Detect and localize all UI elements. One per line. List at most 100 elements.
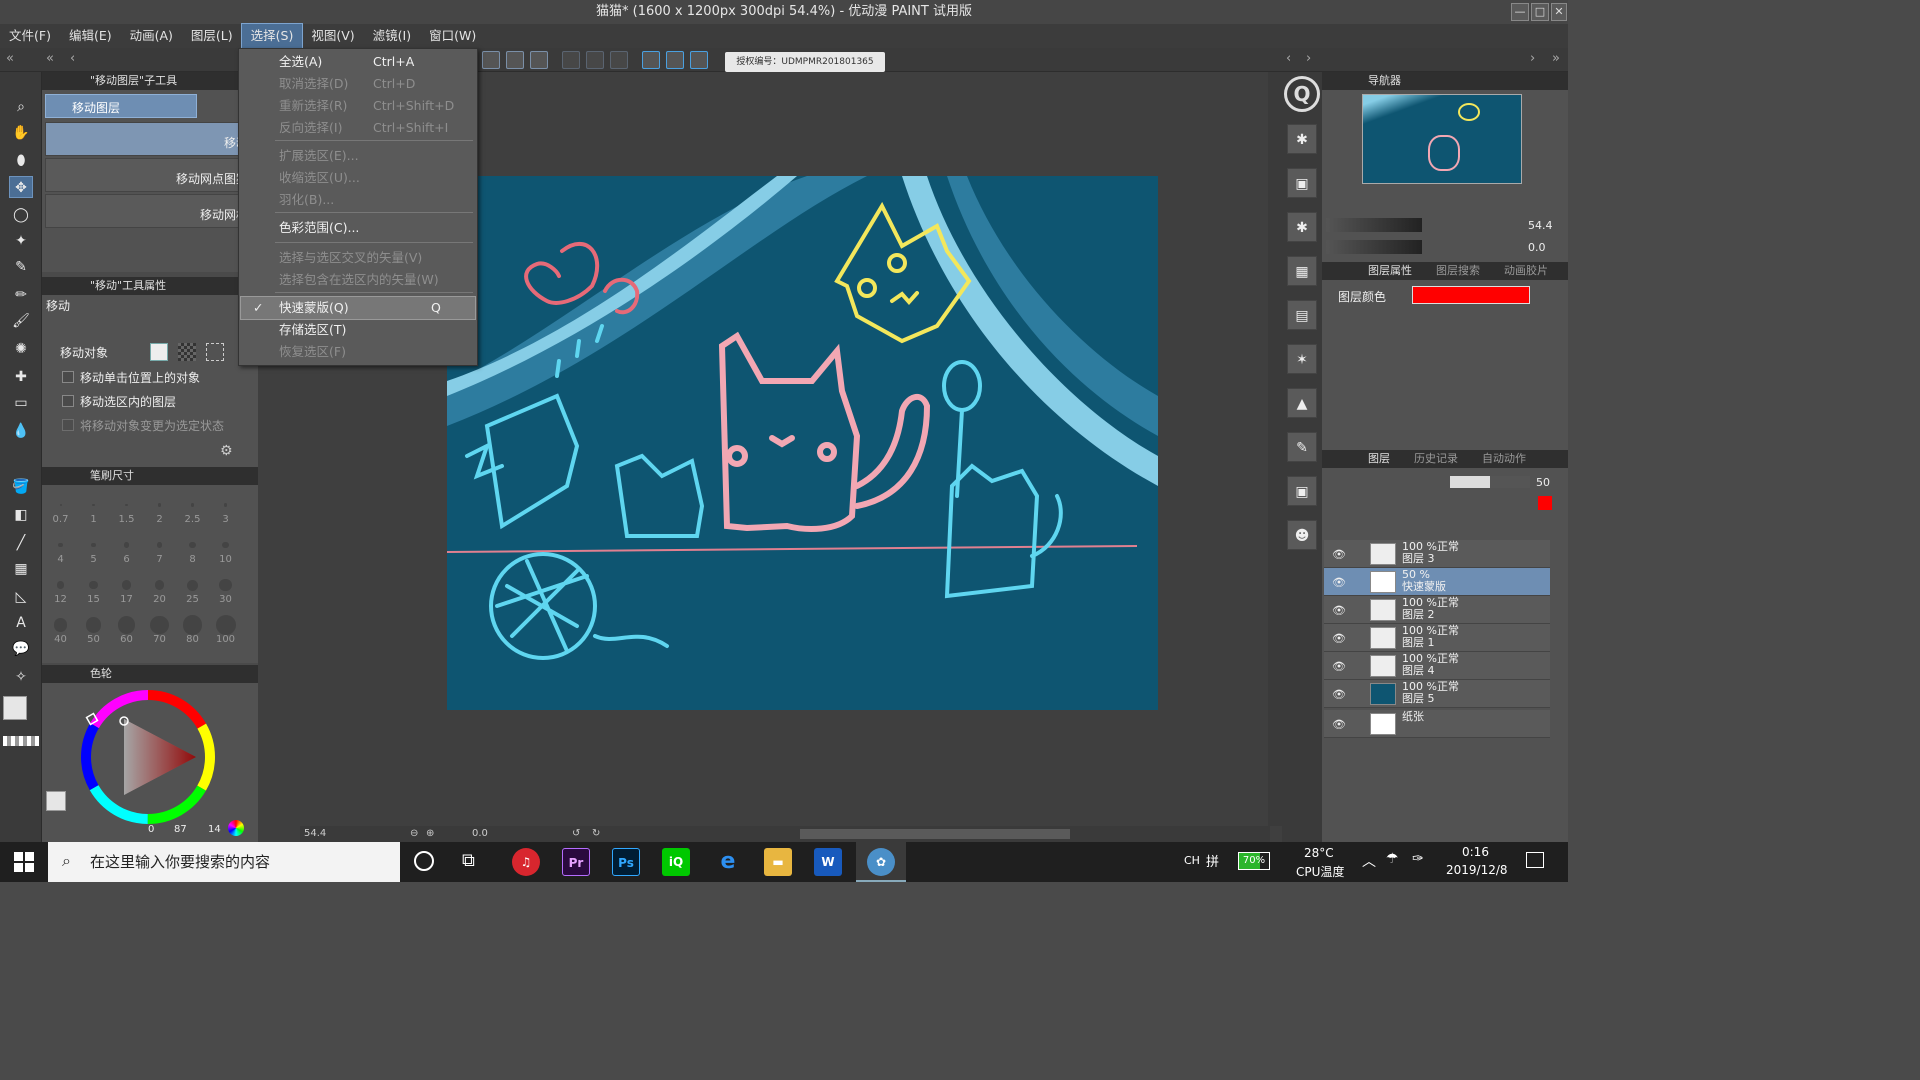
pen-tool-icon[interactable]: ✎ [9,256,33,278]
select-menu-item[interactable]: ✓ 快速蒙版(Q) Q [240,296,476,320]
clock-date[interactable]: 2019/12/8 [1446,863,1508,877]
menu-layer[interactable]: 图层(L) [182,24,242,48]
balloon-tool-icon[interactable]: 💬 [9,638,33,660]
navigator-preview[interactable] [1362,94,1523,184]
lasso-tool-icon[interactable]: ◯ [9,204,33,226]
blend-tool-icon[interactable]: 💧 [9,420,33,442]
tab-auto-action[interactable]: 自动动作 [1482,450,1526,468]
material-icon-10[interactable]: ☻ [1287,520,1317,550]
move-target-tone-icon[interactable] [178,343,196,361]
select-menu-item[interactable]: 色彩范围(C)... [241,217,475,239]
select-menu-item[interactable]: 取消选择(D) Ctrl+D [241,73,475,95]
color-mode-icon[interactable] [228,820,244,836]
grid-icon[interactable] [562,51,580,69]
brush-size-cell[interactable]: 4 [44,527,77,567]
material-icon-6[interactable]: ✶ [1287,344,1317,374]
visibility-eye-icon[interactable]: 👁 [1332,604,1346,617]
move-target-layer-icon[interactable] [150,343,168,361]
material-icon-7[interactable]: ▲ [1287,388,1317,418]
menu-edit[interactable]: 编辑(E) [60,24,121,48]
brush-size-cell[interactable]: 25 [176,567,209,607]
pencil-tool-icon[interactable]: ✏ [9,284,33,306]
maximize-button[interactable]: □ [1531,3,1549,21]
menu-file[interactable]: 文件(F) [0,24,60,48]
eraser-tool-icon[interactable]: ▭ [9,392,33,414]
photoshop-icon[interactable]: Ps [612,848,640,876]
material-icon-1[interactable]: ✱ [1287,124,1317,154]
arrow-right-icon-2[interactable]: › [1530,51,1535,66]
wheel-main-color-swatch[interactable] [46,791,66,811]
layer-row[interactable]: 👁 50 % 快速蒙版 [1324,568,1550,596]
material-icon-9[interactable]: ▣ [1287,476,1317,506]
guide-icon[interactable] [610,51,628,69]
snap-grid-icon[interactable] [690,51,708,69]
layer-row[interactable]: 👁 100 %正常 图层 5 [1324,680,1550,708]
navigator-rotate-slider[interactable] [1326,240,1422,254]
subtool-tab-move-layer[interactable]: 移动图层 [45,94,197,118]
brush-size-cell[interactable]: 30 [209,567,242,607]
brush-tool-icon[interactable]: 🖌 [9,310,33,332]
brush-size-cell[interactable]: 20 [143,567,176,607]
move-tool-icon[interactable]: ✥ [9,176,33,198]
visibility-eye-icon[interactable]: 👁 [1332,718,1346,731]
file-explorer-icon[interactable]: ▬ [764,848,792,876]
taskbar-search-input[interactable]: 在这里输入你要搜索的内容 [48,842,400,882]
gradient-tool-icon[interactable]: ◧ [9,504,33,526]
quick-access-icon[interactable]: Q [1284,76,1320,112]
brush-size-cell[interactable]: 6 [110,527,143,567]
edge-icon[interactable]: e [714,848,742,876]
select-menu-item[interactable]: 存储选区(T) [241,319,475,341]
vertical-scrollbar[interactable] [1268,72,1282,826]
brush-size-cell[interactable]: 1 [77,487,110,527]
arrow-left-icon-right[interactable]: ‹ [1286,51,1291,66]
tab-layer-property[interactable]: 图层属性 [1368,262,1412,280]
brush-size-cell[interactable]: 7 [143,527,176,567]
subtool-item-move-grid[interactable]: 移动网格 [45,194,255,228]
navigator-zoom-slider[interactable] [1326,218,1422,232]
snap-ruler-icon[interactable] [642,51,660,69]
artwork-canvas[interactable] [447,176,1158,710]
tray-chevron-icon[interactable]: ︿ [1362,851,1376,871]
transparent-color-swatch[interactable] [3,736,39,746]
ruler-tool-icon[interactable]: ◺ [9,586,33,608]
frame-tool-icon[interactable]: ▦ [9,558,33,580]
select-menu-item[interactable]: 恢复选区(F) [241,341,475,363]
arrow-left-icon[interactable]: ‹ [70,51,75,66]
airbrush-tool-icon[interactable]: ✺ [9,338,33,360]
brush-size-cell[interactable]: 12 [44,567,77,607]
pen-tray-icon[interactable]: ✑ [1412,851,1424,867]
layer-row[interactable]: 👁 100 %正常 图层 4 [1324,652,1550,680]
select-menu-item[interactable]: 选择与选区交叉的矢量(V) [241,247,475,269]
material-icon-4[interactable]: ▦ [1287,256,1317,286]
fill-tool-icon[interactable]: 🪣 [9,476,33,498]
color-wheel[interactable] [78,687,218,827]
brush-size-cell[interactable]: 15 [77,567,110,607]
navigator-tab[interactable]: 导航器 [1322,72,1568,90]
tab-layer-search[interactable]: 图层搜索 [1436,262,1480,280]
main-color-swatch[interactable] [3,696,27,720]
visibility-eye-icon[interactable]: 👁 [1332,576,1346,589]
collapse-left-icon[interactable]: « [6,51,14,66]
fill-icon[interactable] [506,51,524,69]
decoration-tool-icon[interactable]: ✚ [9,366,33,388]
material-icon-5[interactable]: ▤ [1287,300,1317,330]
select-menu-item[interactable]: 收缩选区(U)... [241,167,475,189]
option-checkbox-click-target[interactable] [62,371,74,383]
correct-line-tool-icon[interactable]: ✧ [9,666,33,688]
windows-start-icon[interactable] [14,852,34,872]
close-button[interactable]: ✕ [1551,3,1567,21]
zoom-tool-icon[interactable]: ⌕ [9,96,33,118]
select-menu-item[interactable]: 反向选择(I) Ctrl+Shift+I [241,117,475,139]
cortana-icon[interactable] [414,851,434,871]
clock-time[interactable]: 0:16 [1462,845,1489,859]
material-icon-8[interactable]: ✎ [1287,432,1317,462]
visibility-eye-icon[interactable]: 👁 [1332,660,1346,673]
brush-size-cell[interactable]: 2 [143,487,176,527]
layer-row[interactable]: 👁 100 %正常 图层 1 [1324,624,1550,652]
layer-row[interactable]: 👁 100 %正常 图层 3 [1324,540,1550,568]
visibility-eye-icon[interactable]: 👁 [1332,632,1346,645]
horizontal-scrollbar[interactable] [800,829,1070,839]
scale-icon[interactable] [530,51,548,69]
line-tool-icon[interactable]: ╱ [9,532,33,554]
menu-view[interactable]: 视图(V) [302,24,363,48]
